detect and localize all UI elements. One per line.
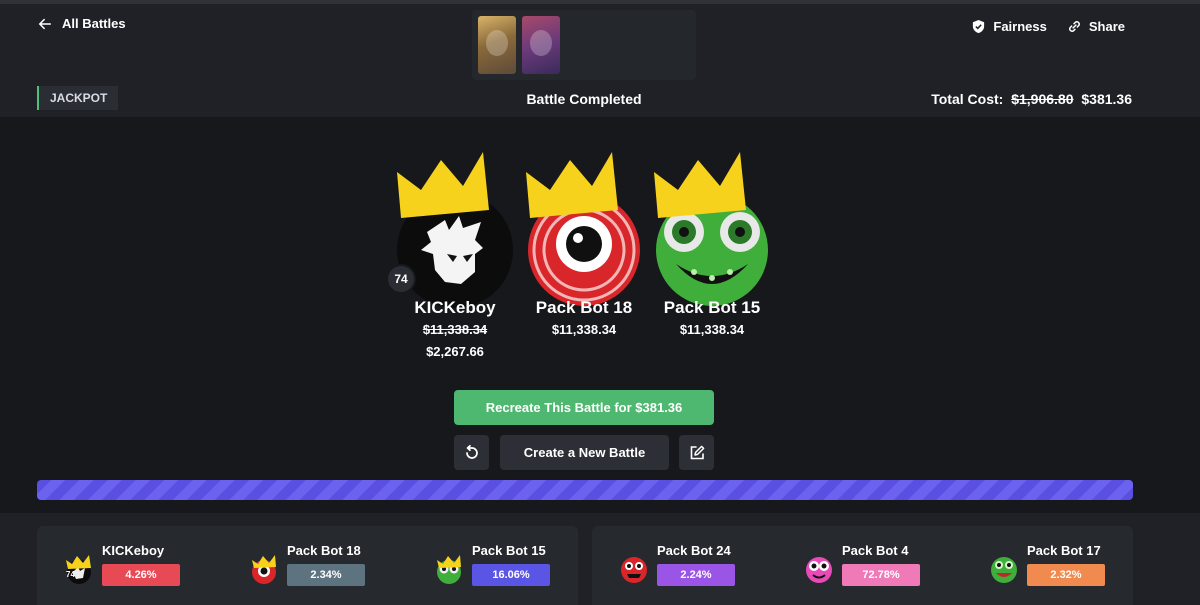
participant-name: KICKeboy	[102, 543, 165, 558]
link-icon	[1068, 21, 1080, 32]
participant-name: Pack Bot 24	[657, 543, 731, 558]
player-value: $11,338.34	[679, 322, 745, 337]
edit-battle-button[interactable]	[679, 435, 714, 470]
win-chance-badge: 16.06%	[472, 564, 550, 586]
participant-name: Pack Bot 17	[1027, 543, 1101, 558]
participant-name: Pack Bot 18	[287, 543, 361, 558]
crown-icon	[397, 152, 489, 218]
case-strip	[472, 10, 696, 80]
crown-icon	[654, 152, 746, 218]
total-cost-label: Total Cost:	[931, 91, 1004, 107]
recreate-battle-button[interactable]: Recreate This Battle for $381.36	[454, 390, 714, 425]
player-card: Pack Bot 15 $11,338.34	[647, 152, 777, 342]
progress-fill	[37, 480, 1133, 500]
share-label: Share	[1088, 19, 1125, 34]
battle-result: 74 KICKeboy $11,338.34 $2,267.66 Pack Bo…	[0, 117, 1200, 513]
participants-panel: 74 KICKeboy 4.26% Pack Bot 18 2.34% Pack…	[0, 513, 1200, 605]
battle-header: All Battles Fairness Share JACKPOT Battl…	[0, 4, 1200, 117]
participant-name: Pack Bot 15	[472, 543, 546, 558]
create-new-battle-button[interactable]: Create a New Battle	[500, 435, 669, 470]
battle-progress-bar	[37, 480, 1133, 500]
team-panel: 74 KICKeboy 4.26% Pack Bot 18 2.34% Pack…	[37, 526, 578, 605]
win-chance-badge: 2.24%	[657, 564, 735, 586]
win-chance-badge: 2.32%	[1027, 564, 1105, 586]
bot-mini-avatar	[806, 557, 832, 583]
player-value: $11,338.34	[551, 322, 617, 337]
edit-icon	[690, 445, 704, 459]
player-name[interactable]: KICKeboy	[390, 298, 520, 318]
player-name[interactable]: Pack Bot 15	[647, 298, 777, 318]
fairness-label: Fairness	[993, 19, 1047, 34]
crown-icon	[526, 152, 618, 218]
mini-level: 74	[66, 570, 75, 579]
bot-mini-avatar	[252, 555, 276, 584]
bot-mini-avatar	[437, 555, 461, 584]
arrow-left-icon	[38, 18, 52, 29]
level-badge: 74	[386, 264, 416, 294]
back-link-label: All Battles	[62, 16, 126, 31]
case-art	[530, 30, 552, 56]
participant-slot[interactable]: Pack Bot 17 2.32%	[989, 541, 1109, 587]
win-chance-badge: 4.26%	[102, 564, 180, 586]
participant-slot[interactable]: Pack Bot 4 72.78%	[804, 541, 924, 587]
case-image[interactable]	[478, 16, 516, 74]
case-art	[486, 30, 508, 56]
total-cost-new: $381.36	[1081, 91, 1132, 107]
header-actions: Fairness Share	[971, 19, 1125, 34]
participant-name: Pack Bot 4	[842, 543, 909, 558]
case-image[interactable]	[522, 16, 560, 74]
share-button[interactable]: Share	[1067, 19, 1125, 34]
rewatch-button[interactable]	[454, 435, 489, 470]
replay-icon	[465, 444, 478, 459]
team-panel: Pack Bot 24 2.24% Pack Bot 4 72.78% Pack…	[592, 526, 1133, 605]
shield-icon	[973, 19, 985, 34]
participant-slot[interactable]: Pack Bot 18 2.34%	[249, 541, 369, 587]
win-chance-badge: 72.78%	[842, 564, 920, 586]
player-value: $2,267.66	[426, 344, 484, 359]
total-cost-old: $1,906.80	[1011, 91, 1074, 107]
participant-slot[interactable]: Pack Bot 24 2.24%	[619, 541, 739, 587]
win-chance-badge: 2.34%	[287, 564, 365, 586]
bot-mini-avatar	[991, 557, 1017, 583]
player-mini-avatar	[66, 555, 91, 584]
participant-slot[interactable]: 74 KICKeboy 4.26%	[64, 541, 184, 587]
participant-slot[interactable]: Pack Bot 15 16.06%	[434, 541, 554, 587]
fairness-button[interactable]: Fairness	[971, 19, 1047, 34]
player-card: 74 KICKeboy $11,338.34 $2,267.66	[386, 152, 520, 362]
player-old-value: $11,338.34	[422, 322, 488, 337]
player-card: Pack Bot 18 $11,338.34	[519, 152, 649, 342]
total-cost: Total Cost: $1,906.80 $381.36	[931, 91, 1132, 107]
player-name[interactable]: Pack Bot 18	[519, 298, 649, 318]
bot-mini-avatar	[621, 557, 647, 583]
back-link[interactable]: All Battles	[38, 16, 126, 31]
